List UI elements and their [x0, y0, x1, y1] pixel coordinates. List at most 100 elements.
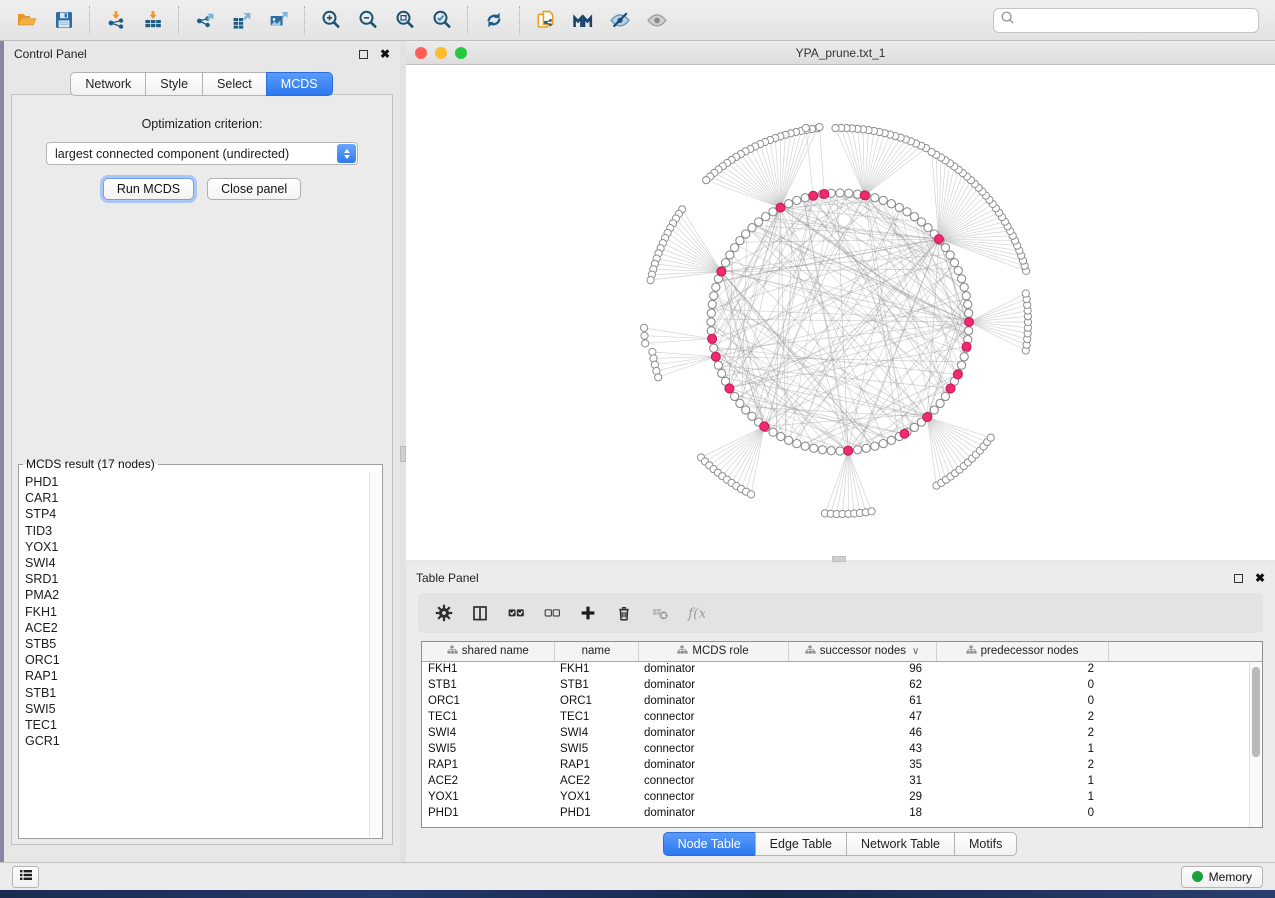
mcds-result-item[interactable]: PHD1: [25, 474, 369, 490]
task-history-button[interactable]: [12, 866, 39, 888]
show-all-button[interactable]: [638, 3, 675, 37]
mcds-result-item[interactable]: STP4: [25, 506, 369, 522]
cell-shared-name[interactable]: SWI5: [422, 741, 554, 757]
cell-successor-nodes[interactable]: 35: [788, 757, 936, 773]
cell-predecessor-nodes[interactable]: 2: [936, 725, 1108, 741]
mcds-result-item[interactable]: TEC1: [25, 717, 369, 733]
close-panel-icon[interactable]: ✖: [380, 47, 390, 61]
zoom-in-button[interactable]: [312, 3, 349, 37]
cell-successor-nodes[interactable]: 62: [788, 677, 936, 693]
cell-successor-nodes[interactable]: 43: [788, 741, 936, 757]
mcds-result-item[interactable]: STB1: [25, 685, 369, 701]
columns-button[interactable]: [464, 597, 496, 629]
export-table-button[interactable]: [223, 3, 260, 37]
cell-shared-name[interactable]: ACE2: [422, 773, 554, 789]
gear-button[interactable]: [428, 597, 460, 629]
mcds-result-item[interactable]: STB5: [25, 636, 369, 652]
cell-name[interactable]: STB1: [554, 677, 638, 693]
criterion-select[interactable]: largest connected component (undirected): [46, 142, 358, 165]
table-row[interactable]: ORC1ORC1dominator610: [422, 693, 1262, 709]
network-canvas[interactable]: [406, 65, 1275, 559]
tab-network-table[interactable]: Network Table: [846, 832, 955, 856]
cell-name[interactable]: TEC1: [554, 709, 638, 725]
open-button[interactable]: [8, 3, 45, 37]
cell-successor-nodes[interactable]: 31: [788, 773, 936, 789]
cell-shared-name[interactable]: RAP1: [422, 757, 554, 773]
tab-mcds[interactable]: MCDS: [266, 72, 333, 96]
hide-selected-button[interactable]: [601, 3, 638, 37]
cell-name[interactable]: FKH1: [554, 661, 638, 677]
hide-unchecked-button[interactable]: [536, 597, 568, 629]
cell-MCDS-role[interactable]: dominator: [638, 693, 788, 709]
cell-name[interactable]: ACE2: [554, 773, 638, 789]
zoom-selected-button[interactable]: [423, 3, 460, 37]
column-header-predecessor-nodes[interactable]: predecessor nodes: [936, 642, 1108, 661]
cell-predecessor-nodes[interactable]: 0: [936, 677, 1108, 693]
tab-node-table[interactable]: Node Table: [663, 832, 756, 856]
cell-shared-name[interactable]: STB1: [422, 677, 554, 693]
table-row[interactable]: ACE2ACE2connector311: [422, 773, 1262, 789]
tab-network[interactable]: Network: [70, 72, 146, 96]
column-header-successor-nodes[interactable]: successor nodes∨: [788, 642, 936, 661]
cell-MCDS-role[interactable]: connector: [638, 789, 788, 805]
cell-successor-nodes[interactable]: 29: [788, 789, 936, 805]
result-scrollbar[interactable]: [369, 472, 381, 837]
table-row[interactable]: SWI4SWI4dominator462: [422, 725, 1262, 741]
cell-MCDS-role[interactable]: dominator: [638, 661, 788, 677]
cell-name[interactable]: YOX1: [554, 789, 638, 805]
mcds-result-item[interactable]: RAP1: [25, 668, 369, 684]
cell-name[interactable]: ORC1: [554, 693, 638, 709]
cell-MCDS-role[interactable]: dominator: [638, 757, 788, 773]
clone-network-button[interactable]: [527, 3, 564, 37]
cell-name[interactable]: RAP1: [554, 757, 638, 773]
column-header-MCDS-role[interactable]: MCDS role: [638, 642, 788, 661]
add-button[interactable]: [572, 597, 604, 629]
memory-button[interactable]: Memory: [1181, 866, 1263, 888]
mcds-result-item[interactable]: SWI4: [25, 555, 369, 571]
export-image-button[interactable]: [260, 3, 297, 37]
cell-predecessor-nodes[interactable]: 1: [936, 789, 1108, 805]
cell-successor-nodes[interactable]: 61: [788, 693, 936, 709]
cell-MCDS-role[interactable]: dominator: [638, 677, 788, 693]
cell-name[interactable]: SWI4: [554, 725, 638, 741]
tab-select[interactable]: Select: [202, 72, 267, 96]
mcds-result-item[interactable]: TID3: [25, 523, 369, 539]
close-table-panel-icon[interactable]: ✖: [1255, 571, 1265, 585]
cell-predecessor-nodes[interactable]: 2: [936, 661, 1108, 677]
cell-predecessor-nodes[interactable]: 1: [936, 773, 1108, 789]
cell-successor-nodes[interactable]: 47: [788, 709, 936, 725]
table-row[interactable]: STB1STB1dominator620: [422, 677, 1262, 693]
table-row[interactable]: YOX1YOX1connector291: [422, 789, 1262, 805]
table-row[interactable]: RAP1RAP1dominator352: [422, 757, 1262, 773]
mcds-result-item[interactable]: SRD1: [25, 571, 369, 587]
cell-predecessor-nodes[interactable]: 1: [936, 741, 1108, 757]
horizontal-splitter-handle[interactable]: [832, 556, 846, 562]
cell-predecessor-nodes[interactable]: 2: [936, 757, 1108, 773]
refresh-button[interactable]: [475, 3, 512, 37]
mcds-result-item[interactable]: FKH1: [25, 604, 369, 620]
mcds-result-item[interactable]: ACE2: [25, 620, 369, 636]
float-table-panel-icon[interactable]: [1234, 574, 1243, 583]
table-scrollbar[interactable]: [1249, 662, 1262, 827]
import-table-button[interactable]: [134, 3, 171, 37]
float-panel-icon[interactable]: [359, 50, 368, 59]
mcds-result-item[interactable]: SWI5: [25, 701, 369, 717]
cell-name[interactable]: SWI5: [554, 741, 638, 757]
table-row[interactable]: SWI5SWI5connector431: [422, 741, 1262, 757]
cell-name[interactable]: PHD1: [554, 805, 638, 821]
cell-successor-nodes[interactable]: 96: [788, 661, 936, 677]
cell-shared-name[interactable]: TEC1: [422, 709, 554, 725]
cell-shared-name[interactable]: FKH1: [422, 661, 554, 677]
export-network-button[interactable]: [186, 3, 223, 37]
zoom-out-button[interactable]: [349, 3, 386, 37]
cell-MCDS-role[interactable]: dominator: [638, 805, 788, 821]
first-neighbors-button[interactable]: [564, 3, 601, 37]
cell-predecessor-nodes[interactable]: 0: [936, 805, 1108, 821]
delete-button[interactable]: [608, 597, 640, 629]
table-row[interactable]: TEC1TEC1connector472: [422, 709, 1262, 725]
cell-MCDS-role[interactable]: dominator: [638, 725, 788, 741]
save-button[interactable]: [45, 3, 82, 37]
cell-shared-name[interactable]: ORC1: [422, 693, 554, 709]
mcds-result-item[interactable]: GCR1: [25, 733, 369, 749]
import-network-button[interactable]: [97, 3, 134, 37]
